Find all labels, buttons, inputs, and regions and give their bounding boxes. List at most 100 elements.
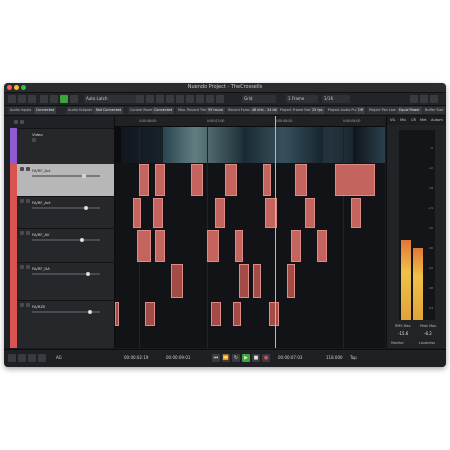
right-locator-icon[interactable] — [50, 95, 58, 103]
mute-button[interactable] — [20, 303, 24, 307]
track-header-3[interactable]: FA/RF_AV — [10, 228, 114, 263]
undo-icon[interactable] — [18, 95, 26, 103]
layout-right-icon[interactable] — [430, 95, 438, 103]
mute-tool-icon[interactable] — [196, 95, 204, 103]
track-settings-icon[interactable] — [38, 354, 46, 362]
audio-event[interactable] — [155, 230, 165, 262]
mute-button[interactable] — [20, 199, 24, 203]
range-tool-icon[interactable] — [146, 95, 154, 103]
solo-button[interactable] — [26, 303, 30, 307]
tab-automation[interactable]: Autom — [431, 118, 443, 122]
zoom-tool-icon[interactable] — [186, 95, 194, 103]
stop-button[interactable]: ■ — [252, 354, 260, 362]
audio-lane-4[interactable] — [115, 262, 385, 300]
audio-event[interactable] — [295, 164, 307, 196]
audio-event[interactable] — [263, 164, 271, 196]
record-icon[interactable] — [70, 95, 78, 103]
volume-slider[interactable] — [32, 310, 100, 314]
right-locator-display[interactable]: 00:00:09:01 — [166, 355, 190, 360]
tab-mix[interactable]: Mix — [400, 118, 406, 122]
add-track-icon[interactable] — [14, 120, 18, 124]
go-to-start-icon[interactable]: ⏮ — [212, 354, 220, 362]
audio-event[interactable] — [351, 198, 361, 228]
project-cursor[interactable] — [275, 116, 276, 348]
activate-project-button[interactable] — [8, 95, 16, 103]
redo-icon[interactable] — [28, 95, 36, 103]
tempo-display[interactable]: 118.000 — [326, 355, 343, 360]
audio-event[interactable] — [317, 230, 327, 262]
volume-knob[interactable] — [82, 174, 86, 178]
track-header-2[interactable]: FA/RF_Act — [10, 196, 114, 229]
glue-tool-icon[interactable] — [166, 95, 174, 103]
position-display[interactable]: 00:00:07:03 — [278, 355, 302, 360]
control-room-value[interactable]: Connected — [152, 107, 175, 114]
mute-button[interactable] — [20, 231, 24, 235]
tab-meter[interactable]: Met — [420, 118, 427, 122]
audio-event[interactable] — [225, 164, 237, 196]
solo-button[interactable] — [26, 265, 30, 269]
volume-knob[interactable] — [88, 310, 92, 314]
edit-in-place-icon[interactable] — [28, 354, 36, 362]
video-track-lane[interactable] — [115, 127, 385, 163]
audio-event[interactable] — [191, 164, 203, 196]
play-button[interactable]: ▶ — [242, 354, 250, 362]
tab-cr[interactable]: CR — [411, 118, 416, 122]
object-select-tool-icon[interactable] — [136, 95, 144, 103]
play-tool-icon[interactable] — [216, 95, 224, 103]
record-format-value[interactable]: 48 kHz - 24 bit — [250, 107, 279, 114]
audio-lane-3[interactable] — [115, 228, 385, 262]
lower-zone-toggle-icon[interactable] — [18, 354, 26, 362]
audio-event[interactable] — [139, 164, 149, 196]
track-header-1[interactable]: FA/RF_Act — [10, 164, 114, 197]
solo-button[interactable] — [26, 231, 30, 235]
audio-event[interactable] — [145, 302, 155, 326]
track-header-5[interactable]: FA/RZE — [10, 300, 114, 348]
monitor-tab[interactable]: Monitor — [391, 341, 404, 345]
audio-lane-5[interactable] — [115, 300, 385, 348]
frame-rate-value[interactable]: 25 fps — [310, 107, 325, 114]
volume-slider[interactable] — [32, 174, 100, 178]
audio-lane-1[interactable] — [115, 164, 385, 196]
audio-event[interactable] — [239, 264, 249, 298]
mute-button[interactable] — [20, 167, 24, 171]
tap-tempo-button[interactable]: Tap — [350, 355, 357, 360]
loudness-tab[interactable]: Loudness — [419, 341, 435, 345]
grid-type-select[interactable]: 1 Frame — [286, 95, 318, 103]
left-zone-toggle-icon[interactable] — [8, 354, 16, 362]
layout-bottom-icon[interactable] — [420, 95, 428, 103]
left-locator-display[interactable]: 00:00:02:19 — [124, 355, 148, 360]
volume-slider[interactable] — [32, 238, 100, 242]
track-header-video[interactable]: Video — [10, 128, 114, 165]
volume-slider[interactable] — [32, 206, 100, 210]
audio-event[interactable] — [269, 302, 279, 326]
audio-lane-2[interactable] — [115, 196, 385, 228]
max-record-time-value[interactable]: 59 hours — [206, 107, 225, 114]
volume-knob[interactable] — [80, 238, 84, 242]
video-thumbnail-icon[interactable] — [32, 138, 36, 142]
audio-inputs-value[interactable]: Connected — [34, 107, 57, 114]
solo-button[interactable] — [26, 199, 30, 203]
volume-knob[interactable] — [86, 272, 90, 276]
time-ruler[interactable]: No Object Selected 0:00:06:00 0:00:07:00… — [115, 116, 385, 132]
audio-pull-value[interactable]: Off — [356, 107, 366, 114]
audio-event[interactable] — [253, 264, 261, 298]
audio-event[interactable] — [155, 164, 165, 196]
erase-tool-icon[interactable] — [176, 95, 184, 103]
pan-law-value[interactable]: Equal Power — [397, 107, 422, 114]
audio-event[interactable] — [287, 264, 295, 298]
layout-left-icon[interactable] — [410, 95, 418, 103]
track-filter-icon[interactable] — [20, 120, 24, 124]
audio-event[interactable] — [211, 302, 221, 326]
volume-slider[interactable] — [32, 272, 100, 276]
tab-vil[interactable]: VIL — [390, 118, 396, 122]
snap-type-select[interactable]: Grid — [242, 95, 276, 103]
audio-event[interactable] — [207, 230, 219, 262]
audio-event[interactable] — [233, 302, 241, 326]
audio-event[interactable] — [153, 198, 163, 228]
solo-button[interactable] — [26, 167, 30, 171]
audio-outputs-value[interactable]: Not Connected — [94, 107, 124, 114]
split-tool-icon[interactable] — [156, 95, 164, 103]
left-locator-icon[interactable] — [40, 95, 48, 103]
draw-tool-icon[interactable] — [206, 95, 214, 103]
audio-event[interactable] — [305, 198, 315, 228]
